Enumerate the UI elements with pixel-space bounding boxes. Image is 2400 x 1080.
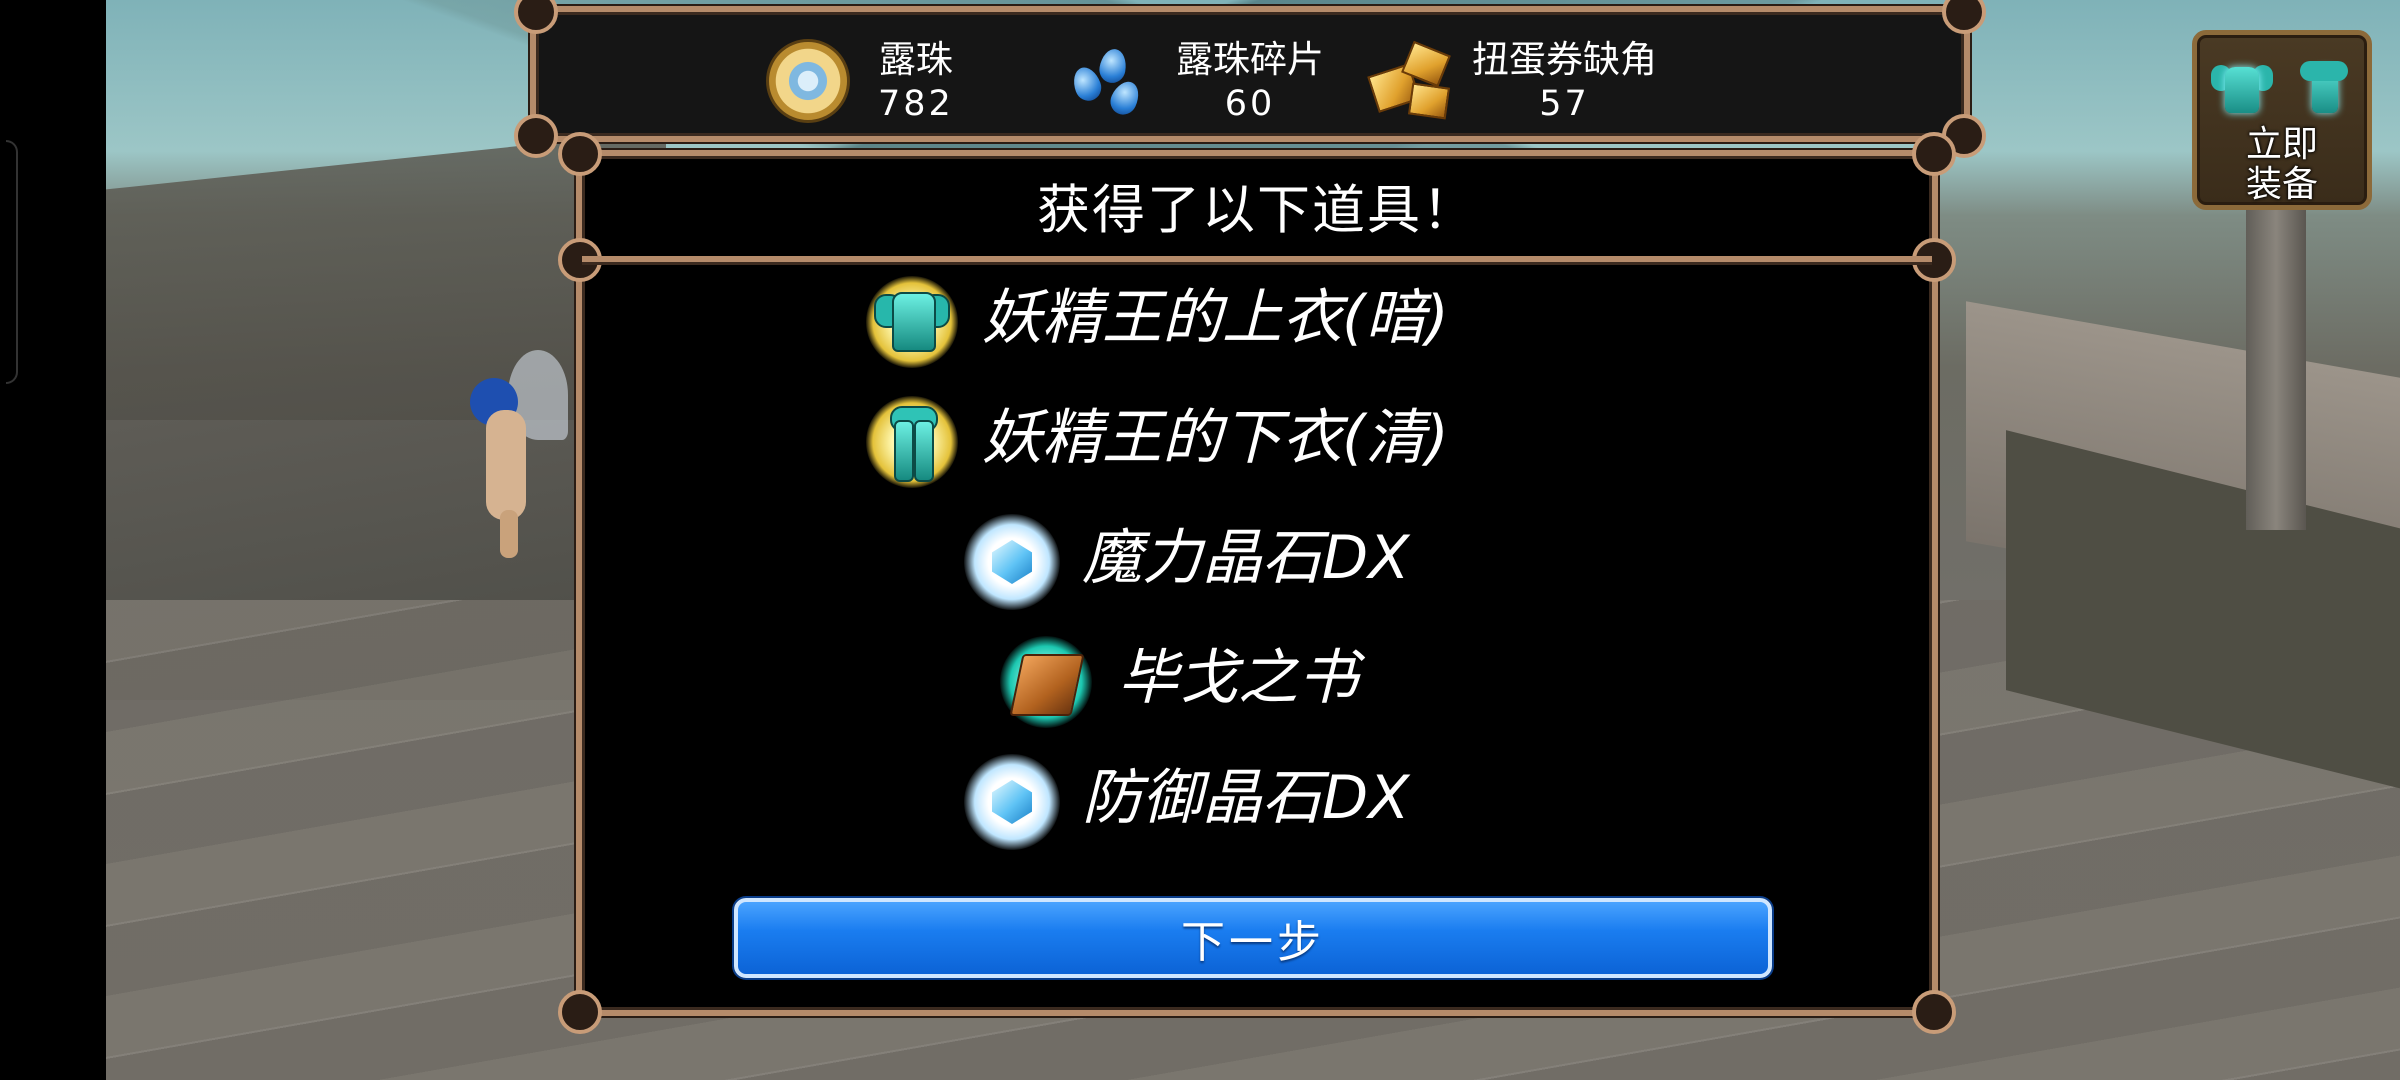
reward-item-name: 魔力晶石DX bbox=[1082, 523, 1410, 593]
player-character[interactable] bbox=[456, 350, 568, 558]
gacha-ticket-fragment-icon bbox=[1366, 39, 1458, 123]
reward-item-name: 毕戈之书 bbox=[1118, 643, 1358, 713]
reward-item: 妖精王的上衣(暗) bbox=[582, 272, 1932, 382]
currency-dew: 露珠 782 bbox=[766, 26, 954, 136]
currency-name: 扭蛋券缺角 bbox=[1472, 38, 1657, 81]
frame-corner-ornament bbox=[514, 114, 558, 158]
currency-amount: 57 bbox=[1539, 84, 1590, 124]
armor-bottom-icon bbox=[2294, 61, 2356, 119]
reward-item: 毕戈之书 bbox=[582, 632, 1932, 742]
character-body bbox=[486, 410, 526, 520]
currency-amount: 782 bbox=[878, 84, 954, 124]
frame-corner-ornament bbox=[1912, 990, 1956, 1034]
dew-shard-icon bbox=[1066, 41, 1156, 121]
currency-gacha-ticket: 扭蛋券缺角 57 bbox=[1366, 26, 1657, 136]
next-step-button[interactable]: 下一步 bbox=[734, 898, 1772, 978]
panel-title: 获得了以下道具！ bbox=[1037, 180, 1477, 241]
screen-bezel bbox=[0, 0, 106, 1080]
reward-item-name: 妖精王的下衣(清) bbox=[982, 403, 1449, 473]
dew-orb-icon bbox=[766, 39, 850, 123]
reward-item: 魔力晶石DX bbox=[582, 512, 1932, 622]
equip-now-button[interactable]: 立即 装备 bbox=[2192, 30, 2372, 210]
character-leg bbox=[500, 510, 518, 558]
armor-top-icon bbox=[2211, 61, 2273, 119]
panel-header: 获得了以下道具！ bbox=[582, 156, 1932, 262]
defense-crystal-icon bbox=[962, 752, 1062, 852]
currency-dew-shard: 露珠碎片 60 bbox=[1066, 26, 1324, 136]
fairy-king-top-icon bbox=[862, 272, 962, 372]
next-step-label: 下一步 bbox=[1181, 917, 1325, 968]
reward-item: 防御晶石DX bbox=[582, 752, 1932, 862]
magic-crystal-icon bbox=[962, 512, 1062, 612]
armor-set-icon bbox=[2211, 61, 2356, 121]
currency-name: 露珠碎片 bbox=[1176, 38, 1324, 81]
currency-name: 露珠 bbox=[878, 38, 953, 81]
currency-amount: 60 bbox=[1224, 84, 1276, 124]
fairy-king-bottom-icon bbox=[862, 392, 962, 492]
frame-corner-ornament bbox=[558, 990, 602, 1034]
reward-item-name: 妖精王的上衣(暗) bbox=[982, 283, 1449, 353]
stone-pillar bbox=[2246, 170, 2306, 530]
currency-bar: 露珠 782 露珠碎片 60 扭蛋券缺角 57 bbox=[514, 0, 1986, 158]
reward-item: 妖精王的下衣(清) bbox=[582, 392, 1932, 502]
reward-panel: 获得了以下道具！ 妖精王的上衣(暗) 妖精王的下衣(清) 魔力晶石DX 毕戈之书… bbox=[558, 132, 1956, 1034]
bezel-edge bbox=[6, 140, 18, 384]
reward-item-name: 防御晶石DX bbox=[1082, 763, 1410, 833]
book-icon bbox=[996, 632, 1096, 732]
equip-now-label: 立即 装备 bbox=[2245, 124, 2318, 205]
